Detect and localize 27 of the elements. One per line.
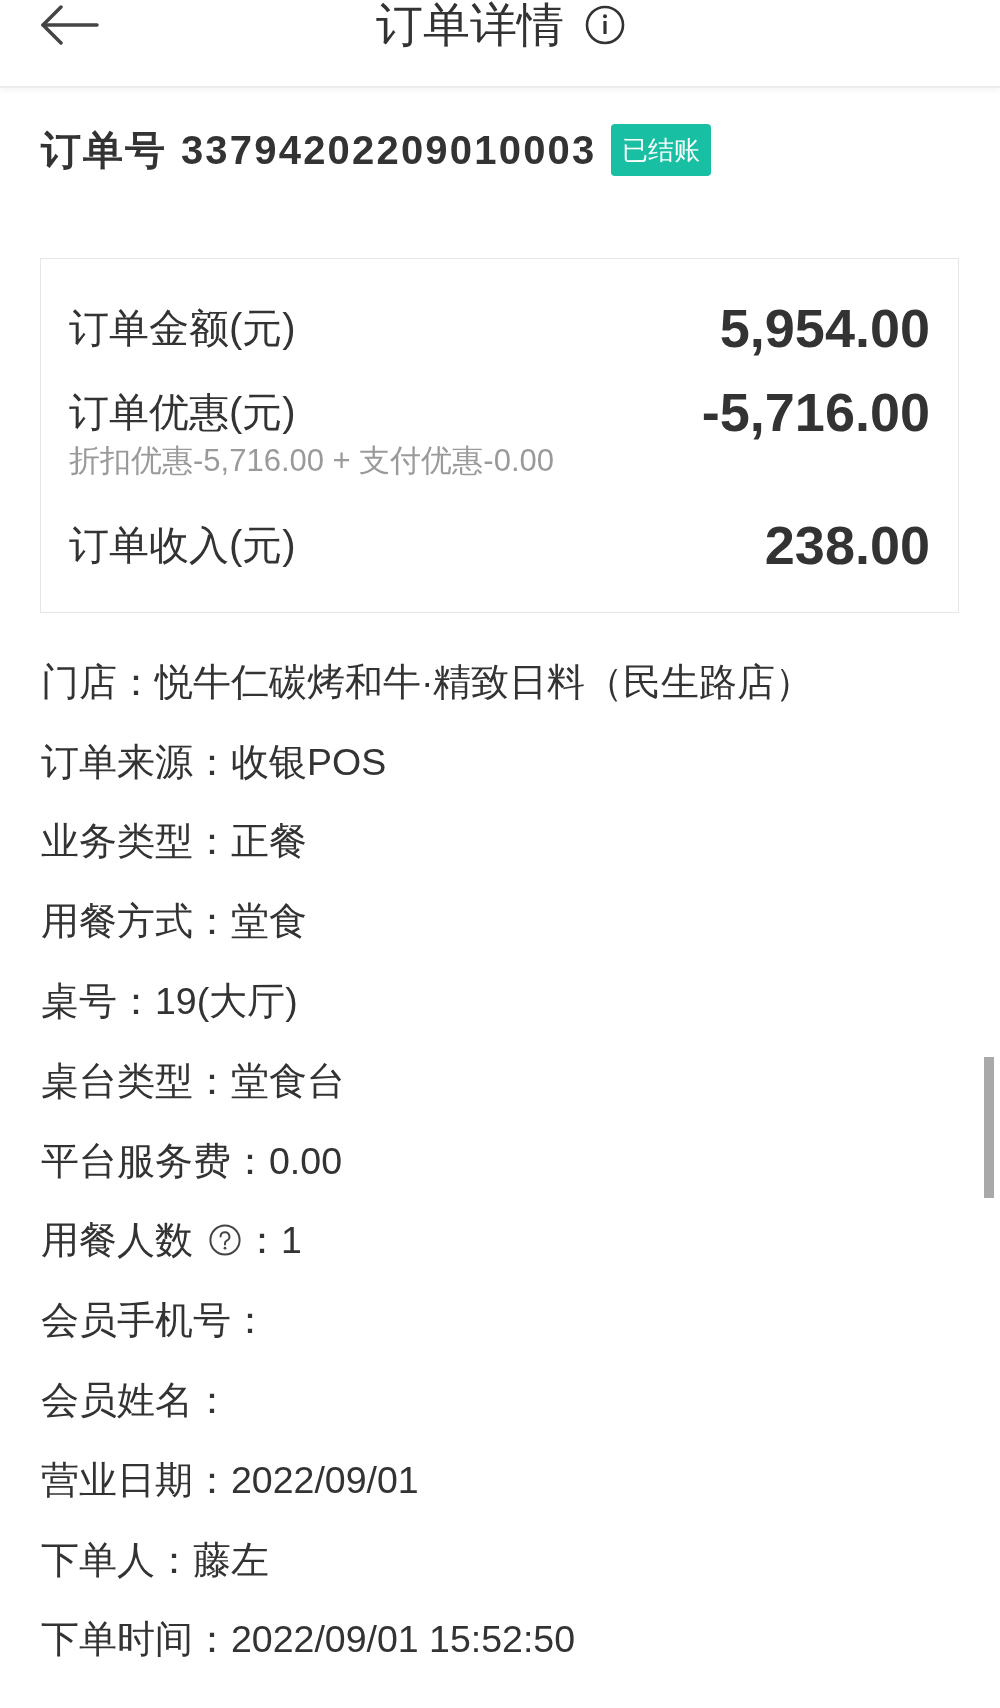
scrollbar-thumb[interactable] (984, 1057, 994, 1198)
summary-label: 订单收入(元) (69, 522, 296, 569)
detail-text: 桌台类型：堂食台 (41, 1058, 345, 1104)
detail-text: 用餐人数 (41, 1218, 193, 1264)
order-number: 订单号 33794202209010003 (41, 127, 597, 174)
summary-amount: 5,954.00 (719, 299, 930, 357)
help-icon[interactable] (209, 1224, 241, 1257)
detail-text: 桌号：19(大厅) (41, 979, 298, 1025)
status-tag: 已结账 (610, 124, 711, 176)
detail-value: ：1 (243, 1218, 302, 1264)
detail-text: 会员手机号： (41, 1298, 269, 1344)
detail-text: 下单人：藤左 (41, 1537, 269, 1583)
detail-text: 业务类型：正餐 (41, 819, 307, 865)
detail-text: 用餐方式：堂食 (41, 899, 307, 945)
summary-label: 订单优惠(元) (69, 389, 296, 436)
summary-amount: -5,716.00 (701, 383, 930, 441)
info-icon[interactable] (584, 5, 625, 45)
detail-text: 营业日期：2022/09/01 (41, 1457, 419, 1503)
summary-note: 折扣优惠-5,716.00 + 支付优惠-0.00 (69, 442, 555, 480)
detail-text: 下单时间：2022/09/01 15:52:50 (41, 1617, 576, 1663)
detail-text: 订单来源：收银POS (41, 739, 387, 785)
page-title: 订单详情 (375, 3, 564, 47)
detail-text: 门店：悦牛仁碳烤和牛·精致日料（民生路店） (41, 659, 814, 705)
summary-amount: 238.00 (764, 516, 930, 574)
summary-label: 订单金额(元) (69, 305, 296, 352)
detail-text: 会员姓名： (41, 1378, 231, 1424)
detail-text: 平台服务费：0.00 (41, 1138, 342, 1184)
